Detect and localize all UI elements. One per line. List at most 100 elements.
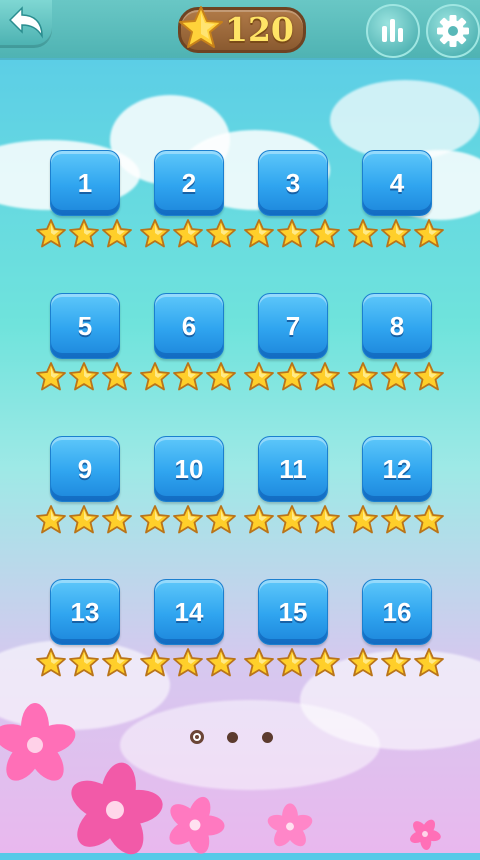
star-icon (206, 648, 236, 677)
star-icon (244, 362, 274, 391)
level-button[interactable]: 3 (258, 150, 328, 216)
star-icon (381, 362, 411, 391)
star-icon (140, 219, 170, 248)
star-icon (348, 648, 378, 677)
level-number: 6 (181, 311, 197, 341)
star-icon (348, 505, 378, 534)
back-arrow-icon (8, 6, 43, 39)
star-icon (102, 505, 132, 534)
star-icon (206, 362, 236, 391)
level-button[interactable]: 16 (362, 579, 432, 645)
level-button[interactable]: 6 (154, 293, 224, 359)
star-icon (102, 648, 132, 677)
coin-count: 120 (225, 10, 294, 49)
page-dot-2[interactable] (227, 732, 238, 743)
level-number: 9 (77, 454, 93, 484)
level-button[interactable]: 4 (362, 150, 432, 216)
star-icon (277, 362, 307, 391)
star-icon (414, 648, 444, 677)
level-stars (243, 218, 343, 250)
star-icon (69, 648, 99, 677)
level-number: 12 (382, 454, 412, 484)
star-icon (36, 505, 66, 534)
star-icon (381, 505, 411, 534)
level-1: 1 (32, 150, 132, 250)
star-icon (36, 219, 66, 248)
star-icon (244, 505, 274, 534)
star-icon (414, 219, 444, 248)
level-button[interactable]: 5 (50, 293, 120, 359)
star-icon (348, 219, 378, 248)
level-15: 15 (240, 579, 340, 679)
star-icon (140, 648, 170, 677)
level-button[interactable]: 9 (50, 436, 120, 502)
level-stars (347, 647, 447, 679)
star-icon (381, 648, 411, 677)
level-4: 4 (344, 150, 444, 250)
star-icon (310, 648, 340, 677)
level-number: 16 (382, 597, 412, 627)
level-stars (35, 647, 135, 679)
star-icon (310, 505, 340, 534)
level-button[interactable]: 11 (258, 436, 328, 502)
level-number: 14 (174, 597, 204, 627)
star-icon (173, 505, 203, 534)
page-dot-1[interactable] (190, 730, 204, 744)
level-number: 3 (285, 168, 301, 198)
back-button[interactable] (0, 0, 52, 48)
star-icon (244, 219, 274, 248)
level-stars (139, 218, 239, 250)
top-bar: 120 (0, 0, 480, 58)
star-icon (310, 219, 340, 248)
level-16: 16 (344, 579, 444, 679)
leaderboard-icon (382, 19, 403, 42)
coin-counter: 120 (178, 6, 306, 53)
level-number: 1 (77, 168, 93, 198)
level-3: 3 (240, 150, 340, 250)
level-number: 2 (181, 168, 197, 198)
star-icon (140, 505, 170, 534)
star-icon (69, 505, 99, 534)
level-stars (243, 504, 343, 536)
level-12: 12 (344, 436, 444, 536)
star-icon (36, 362, 66, 391)
level-number: 10 (174, 454, 204, 484)
level-number: 7 (285, 311, 301, 341)
star-icon (381, 219, 411, 248)
level-button[interactable]: 14 (154, 579, 224, 645)
star-icon (310, 362, 340, 391)
star-icon (179, 6, 223, 48)
level-button[interactable]: 1 (50, 150, 120, 216)
level-6: 6 (136, 293, 236, 393)
level-button[interactable]: 8 (362, 293, 432, 359)
level-stars (347, 504, 447, 536)
level-button[interactable]: 10 (154, 436, 224, 502)
star-icon (173, 219, 203, 248)
level-button[interactable]: 2 (154, 150, 224, 216)
level-stars (243, 647, 343, 679)
level-button[interactable]: 15 (258, 579, 328, 645)
level-number: 13 (70, 597, 100, 627)
star-icon (206, 505, 236, 534)
level-13: 13 (32, 579, 132, 679)
level-stars (35, 361, 135, 393)
star-icon (277, 219, 307, 248)
level-5: 5 (32, 293, 132, 393)
star-icon (69, 362, 99, 391)
star-icon (36, 648, 66, 677)
star-icon (277, 648, 307, 677)
level-7: 7 (240, 293, 340, 393)
star-icon (173, 362, 203, 391)
level-button[interactable]: 7 (258, 293, 328, 359)
star-icon (277, 505, 307, 534)
level-number: 8 (389, 311, 405, 341)
level-stars (139, 647, 239, 679)
leaderboard-button[interactable] (366, 4, 420, 58)
level-stars (35, 504, 135, 536)
level-9: 9 (32, 436, 132, 536)
level-button[interactable]: 12 (362, 436, 432, 502)
star-icon (69, 219, 99, 248)
settings-button[interactable] (426, 4, 480, 58)
page-dot-3[interactable] (262, 732, 273, 743)
level-button[interactable]: 13 (50, 579, 120, 645)
